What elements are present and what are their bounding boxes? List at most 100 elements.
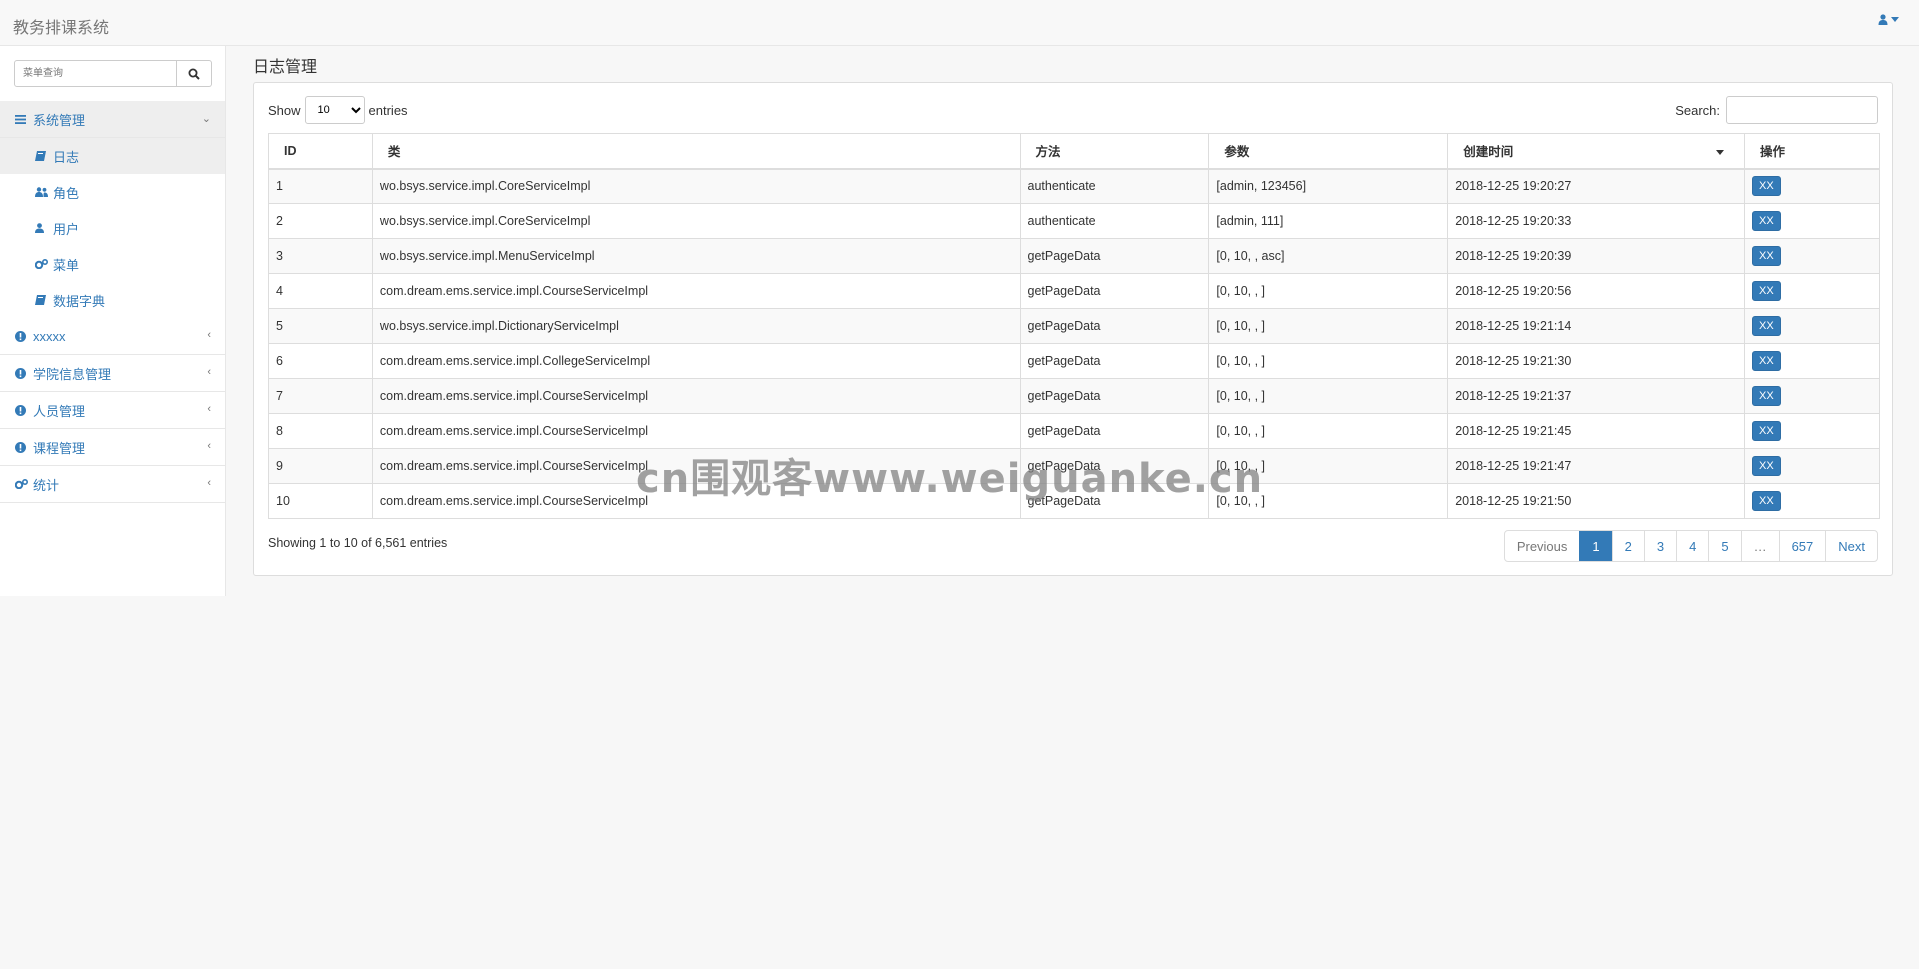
cell-params: [0, 10, , ]	[1208, 448, 1449, 484]
pagination-page-2[interactable]: 2	[1611, 531, 1644, 561]
submenu-system: 日志 角色 用户 菜单 数据字典	[0, 138, 225, 318]
column-header-class[interactable]: 类	[371, 133, 1021, 170]
menu-group-label: 系统管理	[33, 112, 86, 128]
cell-created-time: 2018-12-25 19:20:39	[1447, 238, 1746, 274]
pagination-page-3[interactable]: 3	[1643, 531, 1676, 561]
row-action-button[interactable]: XX	[1752, 491, 1781, 511]
cell-class: wo.bsys.service.impl.CoreServiceImpl	[371, 168, 1021, 204]
sidebar-item-label: 菜单	[53, 257, 80, 273]
sidebar-item-dictionary[interactable]: 数据字典	[0, 282, 225, 318]
sort-desc-icon	[1716, 150, 1725, 155]
menu-group-label: 学院信息管理	[33, 366, 112, 382]
cell-method: getPageData	[1019, 343, 1210, 379]
info-circle-icon	[15, 330, 29, 342]
cogs-icon	[15, 479, 29, 489]
column-header-id[interactable]: ID	[268, 133, 373, 170]
pagination: Previous 1 2 3 4 5 … 657 Next	[1503, 530, 1878, 562]
cell-params: [admin, 123456]	[1208, 168, 1449, 204]
sidebar-menu: 系统管理 ⌄ 日志 角色 用户 菜单 数据字典 xxxxx ‹ 学院信息管理 ‹…	[0, 101, 225, 503]
column-header-method[interactable]: 方法	[1019, 133, 1210, 170]
chevron-left-icon: ‹	[207, 366, 211, 378]
cell-id: 3	[268, 238, 373, 274]
pagination-ellipsis: …	[1740, 531, 1779, 561]
sidebar-item-users[interactable]: 用户	[0, 210, 225, 246]
cell-actions: XX	[1744, 308, 1880, 344]
chevron-left-icon: ‹	[207, 403, 211, 415]
user-menu[interactable]	[1878, 14, 1899, 25]
menu-group-label: 课程管理	[33, 440, 86, 456]
cell-actions: XX	[1744, 273, 1880, 309]
cogs-icon	[35, 259, 49, 269]
table-row: 8 com.dream.ems.service.impl.CourseServic…	[268, 413, 1880, 449]
cell-actions: XX	[1744, 238, 1880, 274]
info-circle-icon	[15, 367, 29, 379]
info-circle-icon	[15, 441, 29, 453]
menu-group-courses[interactable]: 课程管理 ‹	[0, 429, 225, 466]
cell-id: 2	[268, 203, 373, 239]
cell-id: 4	[268, 273, 373, 309]
book-icon	[35, 151, 49, 161]
page-length-select[interactable]: 10	[304, 96, 365, 124]
table-row: 4 com.dream.ems.service.impl.CourseServic…	[268, 273, 1880, 309]
table-search-input[interactable]	[1726, 96, 1878, 124]
row-action-button[interactable]: XX	[1752, 456, 1781, 476]
pagination-next[interactable]: Next	[1825, 531, 1877, 561]
cell-method: authenticate	[1019, 203, 1210, 239]
cell-class: com.dream.ems.service.impl.CourseService…	[371, 413, 1021, 449]
row-action-button[interactable]: XX	[1752, 211, 1781, 231]
table-row: 6 com.dream.ems.service.impl.CollegeServi…	[268, 343, 1880, 379]
sidebar: 系统管理 ⌄ 日志 角色 用户 菜单 数据字典	[0, 46, 226, 596]
row-action-button[interactable]: XX	[1752, 351, 1781, 371]
menu-group-college-info[interactable]: 学院信息管理 ‹	[0, 355, 225, 392]
cell-created-time: 2018-12-25 19:21:50	[1447, 483, 1746, 519]
pagination-page-1[interactable]: 1	[1579, 531, 1612, 561]
cell-method: getPageData	[1019, 378, 1210, 414]
cell-params: [0, 10, , ]	[1208, 413, 1449, 449]
pagination-previous[interactable]: Previous	[1505, 531, 1580, 561]
menu-group-system[interactable]: 系统管理 ⌄	[0, 101, 225, 138]
row-action-button[interactable]: XX	[1752, 281, 1781, 301]
table-body: 1 wo.bsys.service.impl.CoreServiceImpl aut…	[268, 168, 1880, 519]
cell-params: [admin, 111]	[1208, 203, 1449, 239]
cell-created-time: 2018-12-25 19:20:27	[1447, 168, 1746, 204]
length-prefix: Show	[268, 102, 301, 118]
sidebar-item-menu[interactable]: 菜单	[0, 246, 225, 282]
table-row: 5 wo.bsys.service.impl.DictionaryServiceI…	[268, 308, 1880, 344]
menu-group-label: 人员管理	[33, 403, 86, 419]
row-action-button[interactable]: XX	[1752, 421, 1781, 441]
bars-icon	[15, 114, 29, 124]
menu-search-button[interactable]	[177, 60, 212, 87]
column-header-created-time[interactable]: 创建时间	[1447, 133, 1746, 170]
cell-id: 8	[268, 413, 373, 449]
cell-actions: XX	[1744, 413, 1880, 449]
cell-method: getPageData	[1019, 483, 1210, 519]
table-info: Showing 1 to 10 of 6,561 entries	[268, 536, 448, 550]
row-action-button[interactable]: XX	[1752, 386, 1781, 406]
row-action-button[interactable]: XX	[1752, 316, 1781, 336]
top-navbar: 教务排课系统	[0, 0, 1919, 46]
column-header-params[interactable]: 参数	[1208, 133, 1449, 170]
log-table: ID 类 方法 参数 创建时间 操作 1 wo.bsys.service.impl…	[268, 133, 1880, 519]
menu-group-personnel[interactable]: 人员管理 ‹	[0, 392, 225, 429]
cell-class: wo.bsys.service.impl.DictionaryServiceIm…	[371, 308, 1021, 344]
sidebar-item-roles[interactable]: 角色	[0, 174, 225, 210]
user-icon	[1878, 14, 1888, 25]
pagination-page-5[interactable]: 5	[1708, 531, 1740, 561]
menu-group-xxxxx[interactable]: xxxxx ‹	[0, 318, 225, 355]
row-action-button[interactable]: XX	[1752, 176, 1781, 197]
cell-method: getPageData	[1019, 308, 1210, 344]
cell-actions: XX	[1744, 343, 1880, 379]
log-panel: Show 10 entries Search: ID 类 方法 参数 创建时间 …	[253, 82, 1893, 576]
menu-group-statistics[interactable]: 统计 ‹	[0, 466, 225, 503]
cell-params: [0, 10, , ]	[1208, 483, 1449, 519]
menu-search-input[interactable]	[14, 60, 177, 87]
table-row: 1 wo.bsys.service.impl.CoreServiceImpl aut…	[268, 168, 1880, 204]
menu-search	[14, 60, 212, 87]
cell-actions: XX	[1744, 378, 1880, 414]
cell-created-time: 2018-12-25 19:20:56	[1447, 273, 1746, 309]
app-title[interactable]: 教务排课系统	[13, 14, 109, 38]
sidebar-item-log[interactable]: 日志	[0, 138, 225, 174]
row-action-button[interactable]: XX	[1752, 246, 1781, 266]
pagination-page-4[interactable]: 4	[1676, 531, 1708, 561]
pagination-page-657[interactable]: 657	[1778, 531, 1826, 561]
